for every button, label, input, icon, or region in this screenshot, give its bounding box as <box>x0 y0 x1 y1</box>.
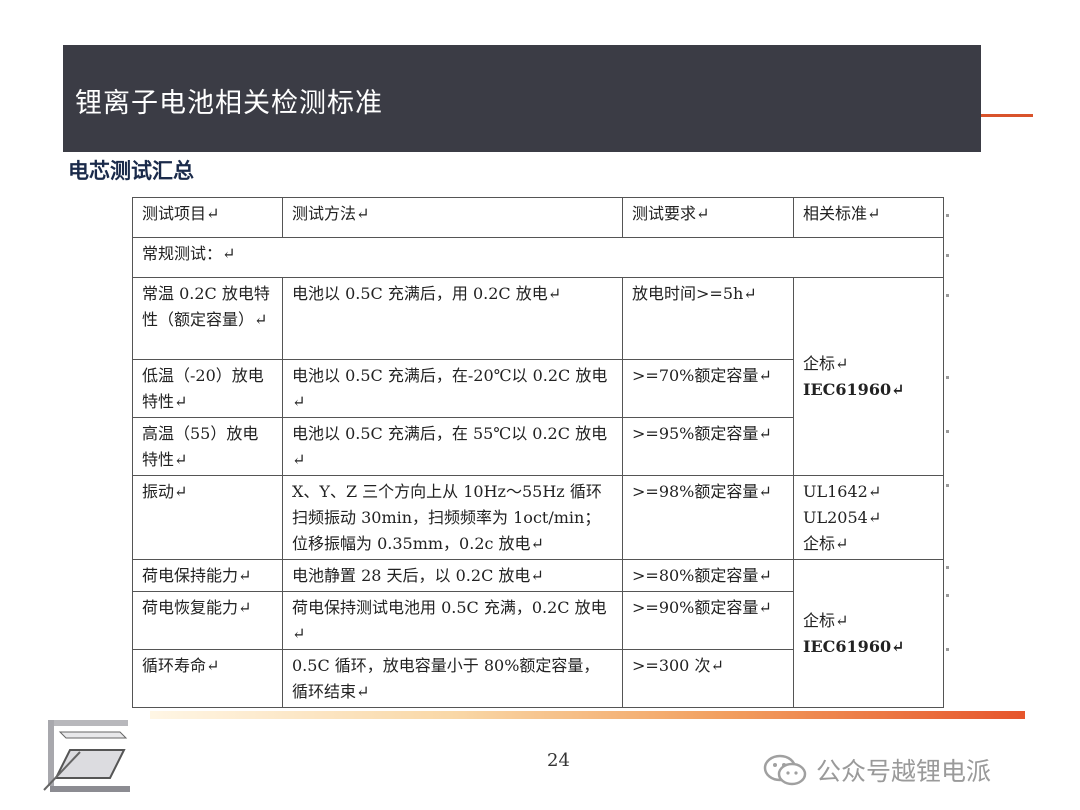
row-end-mark <box>946 430 949 433</box>
test-method: 0.5C 循环，放电容量小于 80%额定容量，循环结束↵ <box>282 649 623 708</box>
test-standards-table: 测试项目↵ 测试方法↵ 测试要求↵ 相关标准↵ 常规测试：↵ 常温 0.2C 放… <box>132 197 944 708</box>
test-method: 电池静置 28 天后，以 0.2C 放电↵ <box>282 559 623 592</box>
test-requirement: >=95%额定容量↵ <box>622 417 794 476</box>
test-item: 荷电保持能力↵ <box>132 559 283 592</box>
watermark-text: 公众号越锂电派 <box>816 757 992 786</box>
test-item: 荷电恢复能力↵ <box>132 591 283 650</box>
test-requirement: >=90%额定容量↵ <box>622 591 794 650</box>
header-cell-method: 测试方法↵ <box>282 197 623 238</box>
test-requirement: 放电时间>=5h↵ <box>622 277 794 360</box>
row-end-mark <box>946 254 949 257</box>
section-label: 常规测试：↵ <box>132 237 944 278</box>
table-header-row: 测试项目↵ 测试方法↵ 测试要求↵ 相关标准↵ <box>132 197 944 238</box>
header-cell-requirement: 测试要求↵ <box>622 197 794 238</box>
wechat-icon <box>763 754 807 786</box>
header-cell-item: 测试项目↵ <box>132 197 283 238</box>
test-requirement: >=80%额定容量↵ <box>622 559 794 592</box>
watermark: 公众号越锂电派 <box>762 752 991 788</box>
test-item: 循环寿命↵ <box>132 649 283 708</box>
row-end-mark <box>946 294 949 297</box>
test-item: 振动↵ <box>132 475 283 560</box>
test-item: 常温 0.2C 放电特性（额定容量）↵ <box>132 277 283 360</box>
row-end-mark <box>946 484 949 487</box>
related-standard-vibration: UL1642↵ UL2054↵ 企标↵ <box>793 475 944 560</box>
related-standard-group-1: 企标↵ IEC61960↵ <box>793 277 944 476</box>
test-requirement: >=98%额定容量↵ <box>622 475 794 560</box>
related-standard-group-2: 企标↵ IEC61960↵ <box>793 559 944 708</box>
header-accent-line <box>981 114 1033 117</box>
standard-line: 企标↵ <box>803 354 849 373</box>
test-item: 高温（55）放电特性↵ <box>132 417 283 476</box>
table-row: 荷电保持能力↵ 电池静置 28 天后，以 0.2C 放电↵ >=80%额定容量↵… <box>132 559 944 708</box>
page-number: 24 <box>547 750 570 771</box>
standard-line: 企标↵ <box>803 611 849 630</box>
test-method: 电池以 0.5C 充满后，在-20℃以 0.2C 放电↵ <box>282 359 623 418</box>
section-subtitle: 电芯测试汇总 <box>68 159 194 183</box>
test-method: X、Y、Z 三个方向上从 10Hz～55Hz 循环扫频振动 30min，扫频频率… <box>282 475 623 560</box>
standard-line: IEC61960↵ <box>803 637 905 656</box>
row-end-mark <box>946 376 949 379</box>
section-row: 常规测试：↵ <box>132 237 944 278</box>
test-item: 低温（-20）放电特性↵ <box>132 359 283 418</box>
slide-logo-icon <box>43 720 130 792</box>
test-requirement: >=300 次↵ <box>622 649 794 708</box>
test-method: 电池以 0.5C 充满后，在 55℃以 0.2C 放电↵ <box>282 417 623 476</box>
test-method: 荷电保持测试电池用 0.5C 充满，0.2C 放电↵ <box>282 591 623 650</box>
table-row: 常温 0.2C 放电特性（额定容量）↵ 电池以 0.5C 充满后，用 0.2C … <box>132 277 944 476</box>
row-end-mark <box>946 648 949 651</box>
test-method: 电池以 0.5C 充满后，用 0.2C 放电↵ <box>282 277 623 360</box>
standard-line: UL2054↵ <box>803 508 882 527</box>
row-end-mark <box>946 566 949 569</box>
row-end-mark <box>946 214 949 217</box>
table-row: 振动↵ X、Y、Z 三个方向上从 10Hz～55Hz 循环扫频振动 30min，… <box>132 475 944 560</box>
test-requirement: >=70%额定容量↵ <box>622 359 794 418</box>
slide-title: 锂离子电池相关检测标准 <box>75 88 383 119</box>
row-end-mark <box>946 594 949 597</box>
slide-header: 锂离子电池相关检测标准 <box>63 45 981 152</box>
footer-gradient-bar <box>150 711 1025 719</box>
standard-line: UL1642↵ <box>803 482 882 501</box>
standard-line: IEC61960↵ <box>803 380 905 399</box>
header-cell-standard: 相关标准↵ <box>793 197 944 238</box>
standard-line: 企标↵ <box>803 534 849 553</box>
